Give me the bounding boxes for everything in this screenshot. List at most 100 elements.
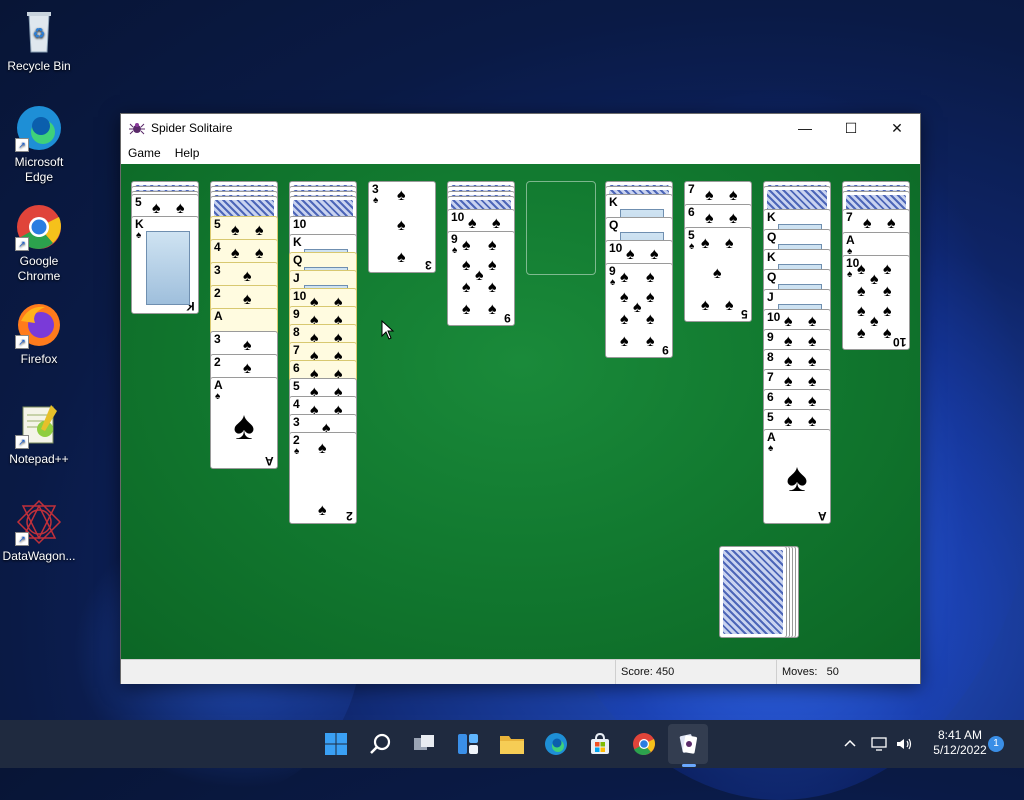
edge-icon: ↗ [15, 104, 63, 152]
spider-solitaire-icon [129, 120, 145, 136]
widgets-icon[interactable] [452, 728, 484, 760]
spade-icon: ♠ [610, 277, 616, 288]
minimize-button[interactable]: — [782, 114, 828, 142]
desktop-icon-label: DataWagon... [2, 549, 76, 563]
chrome-icon: ↗ [15, 203, 63, 251]
score-display: Score: 450 [615, 660, 771, 684]
game-board[interactable]: 5 ♠ ♠ K ♠ K 5 ♠ ♠ 4 ♠ ♠ 3 ♠ 2 ♠ A 3 ♠ 2 ♠ A ♠ ♠ A 1… [121, 164, 920, 659]
close-button[interactable]: ✕ [874, 114, 920, 142]
card-rank: 7 [767, 370, 774, 384]
spade-pip: ♠ [176, 200, 185, 217]
search-icon[interactable] [364, 728, 396, 760]
card-rank: 9 [767, 330, 774, 344]
card-rank: 3 [293, 415, 300, 429]
moves-value: 50 [826, 666, 839, 678]
card-rank: 2 [214, 286, 221, 300]
task-view-icon[interactable] [408, 728, 440, 760]
desktop-icon-recycle-bin[interactable]: ♻ Recycle Bin [0, 8, 78, 74]
desktop-icon-firefox[interactable]: ↗ Firefox [0, 301, 78, 367]
card-rank: A [214, 309, 223, 323]
card-rank: 5 [135, 195, 142, 209]
menu-game[interactable]: Game [121, 146, 168, 160]
desktop-icon-label: Microsoft Edge [14, 155, 64, 184]
edge-icon[interactable] [540, 728, 572, 760]
card-rank: 4 [293, 397, 300, 411]
empty-column-slot[interactable] [526, 181, 596, 275]
card-rank: 10 [293, 289, 307, 303]
menu-help[interactable]: Help [168, 146, 207, 160]
card-rank: 2 [214, 355, 221, 369]
spade-pip: ♠ [152, 200, 161, 217]
running-indicator [682, 764, 696, 767]
desktop-icon-chrome[interactable]: ↗ Google Chrome [0, 203, 78, 284]
card-rank: Q [767, 270, 777, 284]
card-rank: 6 [767, 390, 774, 404]
card-rank-bottom: K [186, 299, 195, 313]
card-rank-bottom: 9 [504, 311, 511, 325]
card-rank: K [767, 250, 776, 264]
card-rank: Q [609, 218, 619, 232]
card[interactable]: 10 ♠ ♠ ♠ ♠ ♠ ♠ ♠ ♠ ♠ ♠ ♠ 10 [842, 255, 910, 350]
card-rank: K [293, 235, 302, 249]
taskbar: 8:41 AM 5/12/2022 [0, 720, 1024, 768]
maximize-button[interactable]: ☐ [828, 114, 874, 142]
card[interactable]: 5 ♠ ♠ ♠ ♠ ♠ ♠ 5 [684, 227, 752, 322]
notepad-plus-plus-icon: ↗ [15, 401, 63, 449]
card-rank: 8 [767, 350, 774, 364]
desktop-icon-datawagon[interactable]: ↗ DataWagon... [0, 498, 78, 564]
menu-bar: Game Help [121, 142, 920, 164]
file-explorer-icon[interactable] [496, 728, 528, 760]
spade-icon: ♠ [215, 391, 221, 402]
card-rank-bottom: A [818, 509, 827, 523]
firefox-icon: ↗ [15, 301, 63, 349]
card-rank: 7 [846, 210, 853, 224]
volume-icon[interactable] [895, 720, 913, 768]
store-icon[interactable] [584, 728, 616, 760]
card-rank: 10 [609, 241, 623, 255]
spade-icon: ♠ [786, 456, 808, 500]
start-icon[interactable] [320, 728, 352, 760]
card[interactable]: 9 ♠ ♠ ♠ ♠ ♠ ♠ ♠ ♠ ♠ ♠ 9 [605, 263, 673, 358]
card-rank: 10 [451, 210, 465, 224]
mouse-cursor-icon [381, 320, 395, 340]
desktop-icon-label: Google Chrome [17, 254, 61, 283]
title-bar[interactable]: Spider Solitaire — ☐ ✕ [121, 114, 920, 142]
card-rank: 4 [214, 240, 221, 254]
card-rank: K [609, 195, 618, 209]
stock-pile[interactable] [719, 544, 809, 644]
card-rank-bottom: 10 [892, 335, 906, 349]
card[interactable]: 3 ♠ ♠ ♠ ♠ 3 [368, 181, 436, 273]
card-rank: 9 [293, 307, 300, 321]
spade-icon: ♠ [768, 443, 774, 454]
desktop-icon-notepad-plus-plus[interactable]: ↗ Notepad++ [0, 401, 78, 467]
show-hidden-icons-chevron-icon[interactable] [842, 720, 858, 768]
window-title: Spider Solitaire [151, 121, 233, 135]
spider-solitaire-icon[interactable] [672, 728, 704, 760]
stock-card [719, 546, 787, 638]
card-rank: 3 [214, 263, 221, 277]
notification-badge[interactable]: 1 [988, 736, 1004, 752]
network-icon[interactable] [870, 720, 888, 768]
card-rank: 3 [214, 332, 221, 346]
card[interactable]: A ♠ ♠ A [763, 429, 831, 524]
status-bar: Score: 450 Moves: 50 [121, 659, 920, 684]
card[interactable]: K ♠ K [131, 216, 199, 314]
spider-solitaire-window: Spider Solitaire — ☐ ✕ Game Help 5 ♠ ♠ K… [120, 113, 921, 684]
desktop-icon-label: Firefox [20, 352, 58, 366]
card-rank: 10 [767, 310, 781, 324]
card-rank: Q [293, 253, 303, 267]
chrome-icon[interactable] [628, 728, 660, 760]
card[interactable]: 2 ♠ ♠ ♠ 2 [289, 432, 357, 524]
spade-icon: ♠ [689, 241, 695, 252]
card-rank: 7 [293, 343, 300, 357]
svg-text:♻: ♻ [33, 25, 46, 41]
card-rank-bottom: 3 [425, 258, 432, 272]
card-rank-bottom: A [265, 454, 274, 468]
desktop-icon-edge[interactable]: ↗ Microsoft Edge [0, 104, 78, 185]
card-rank: 5 [767, 410, 774, 424]
card[interactable]: A ♠ ♠ A [210, 377, 278, 469]
card-rank: J [293, 271, 300, 285]
card[interactable]: 9 ♠ ♠ ♠ ♠ ♠ ♠ ♠ ♠ ♠ ♠ 9 [447, 231, 515, 326]
moves-display: Moves: 50 [776, 660, 922, 684]
moves-label: Moves: [782, 666, 818, 678]
